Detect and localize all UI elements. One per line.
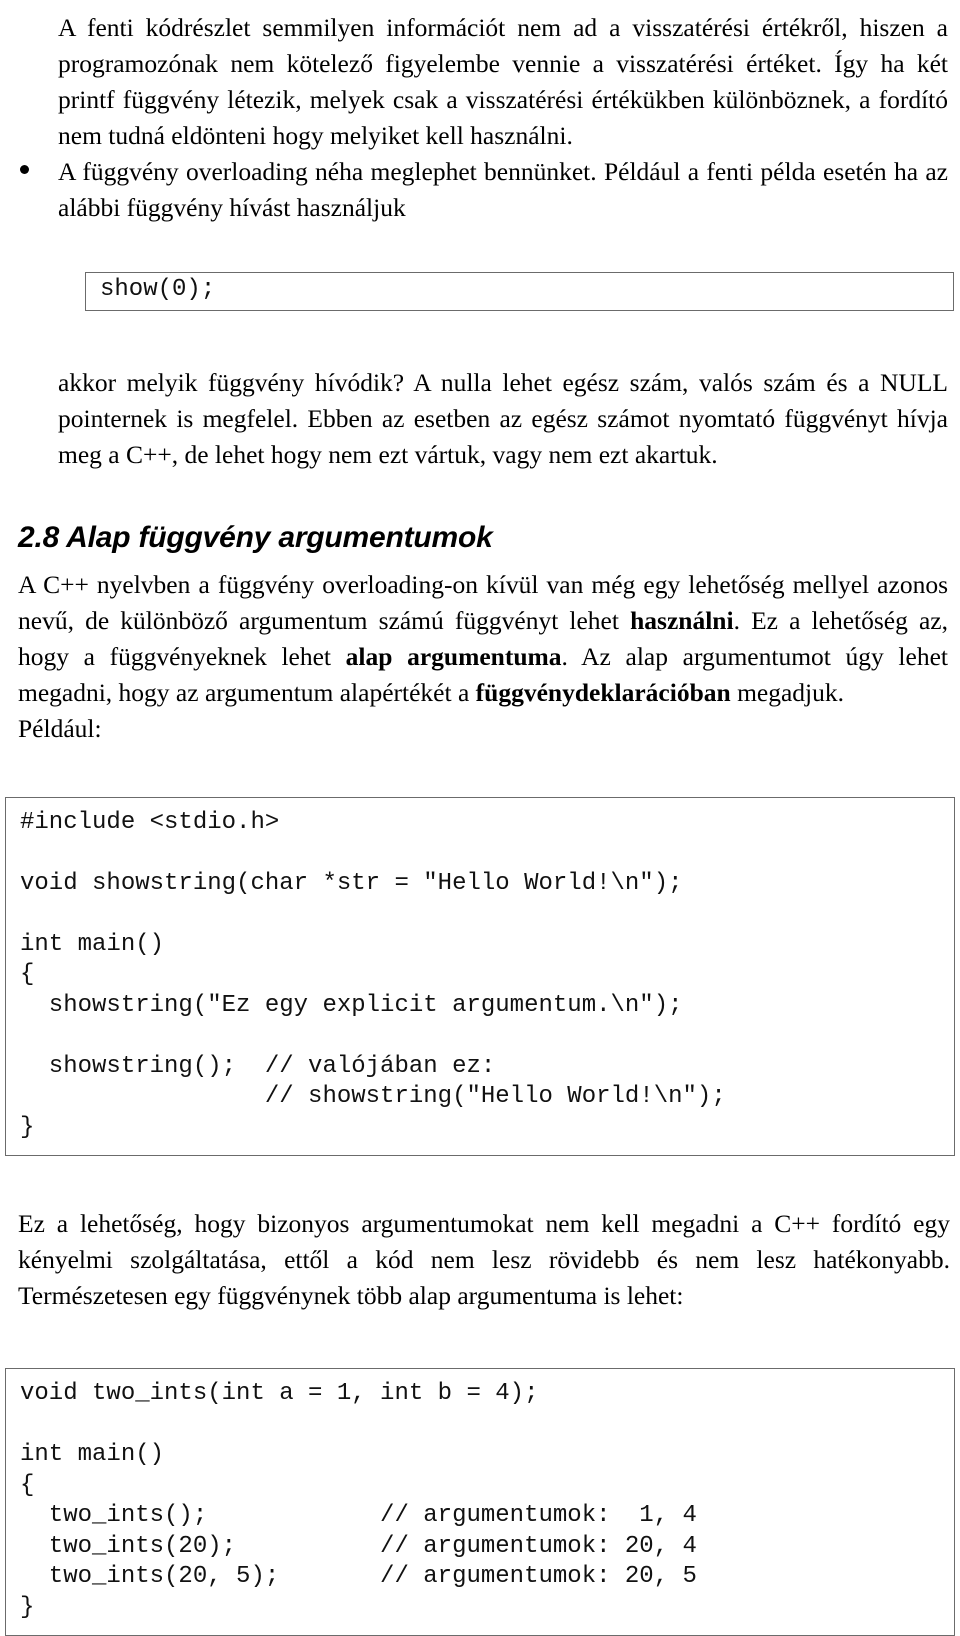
- bullet-item-text: A függvény overloading néha meglephet be…: [58, 157, 948, 222]
- document-page: A fenti kódrészlet semmilyen információt…: [0, 0, 960, 1636]
- paragraph-peldaul: Például:: [18, 713, 102, 743]
- paragraph-convenience: Ez a lehetőség, hogy bizonyos argumentum…: [18, 1209, 950, 1310]
- paragraph-default-arguments: A C++ nyelvben a függvény overloading-on…: [18, 567, 948, 711]
- bold-fuggvenydeklaracioban: függvénydeklarációban: [475, 677, 731, 707]
- bold-hasznalni: használni: [630, 605, 734, 635]
- bullet-dot-icon: [20, 165, 29, 174]
- bullet-list-item: A függvény overloading néha meglephet be…: [20, 154, 948, 226]
- paragraph-segment: megadjuk.: [730, 677, 844, 707]
- paragraph-which-function: akkor melyik függvény hívódik? A nulla l…: [58, 367, 948, 469]
- section-heading-2-8: 2.8 Alap függvény argumentumok: [18, 520, 493, 554]
- code-block-showstring-example: #include <stdio.h> void showstring(char …: [5, 796, 955, 1156]
- code-block-show-call: show(0);: [85, 272, 954, 311]
- code-block-two-ints-example: void two_ints(int a = 1, int b = 4); int…: [5, 1368, 955, 1636]
- paragraph-intro: A fenti kódrészlet semmilyen információt…: [58, 13, 948, 150]
- bold-alap-argumentuma: alap argumentuma: [345, 641, 562, 671]
